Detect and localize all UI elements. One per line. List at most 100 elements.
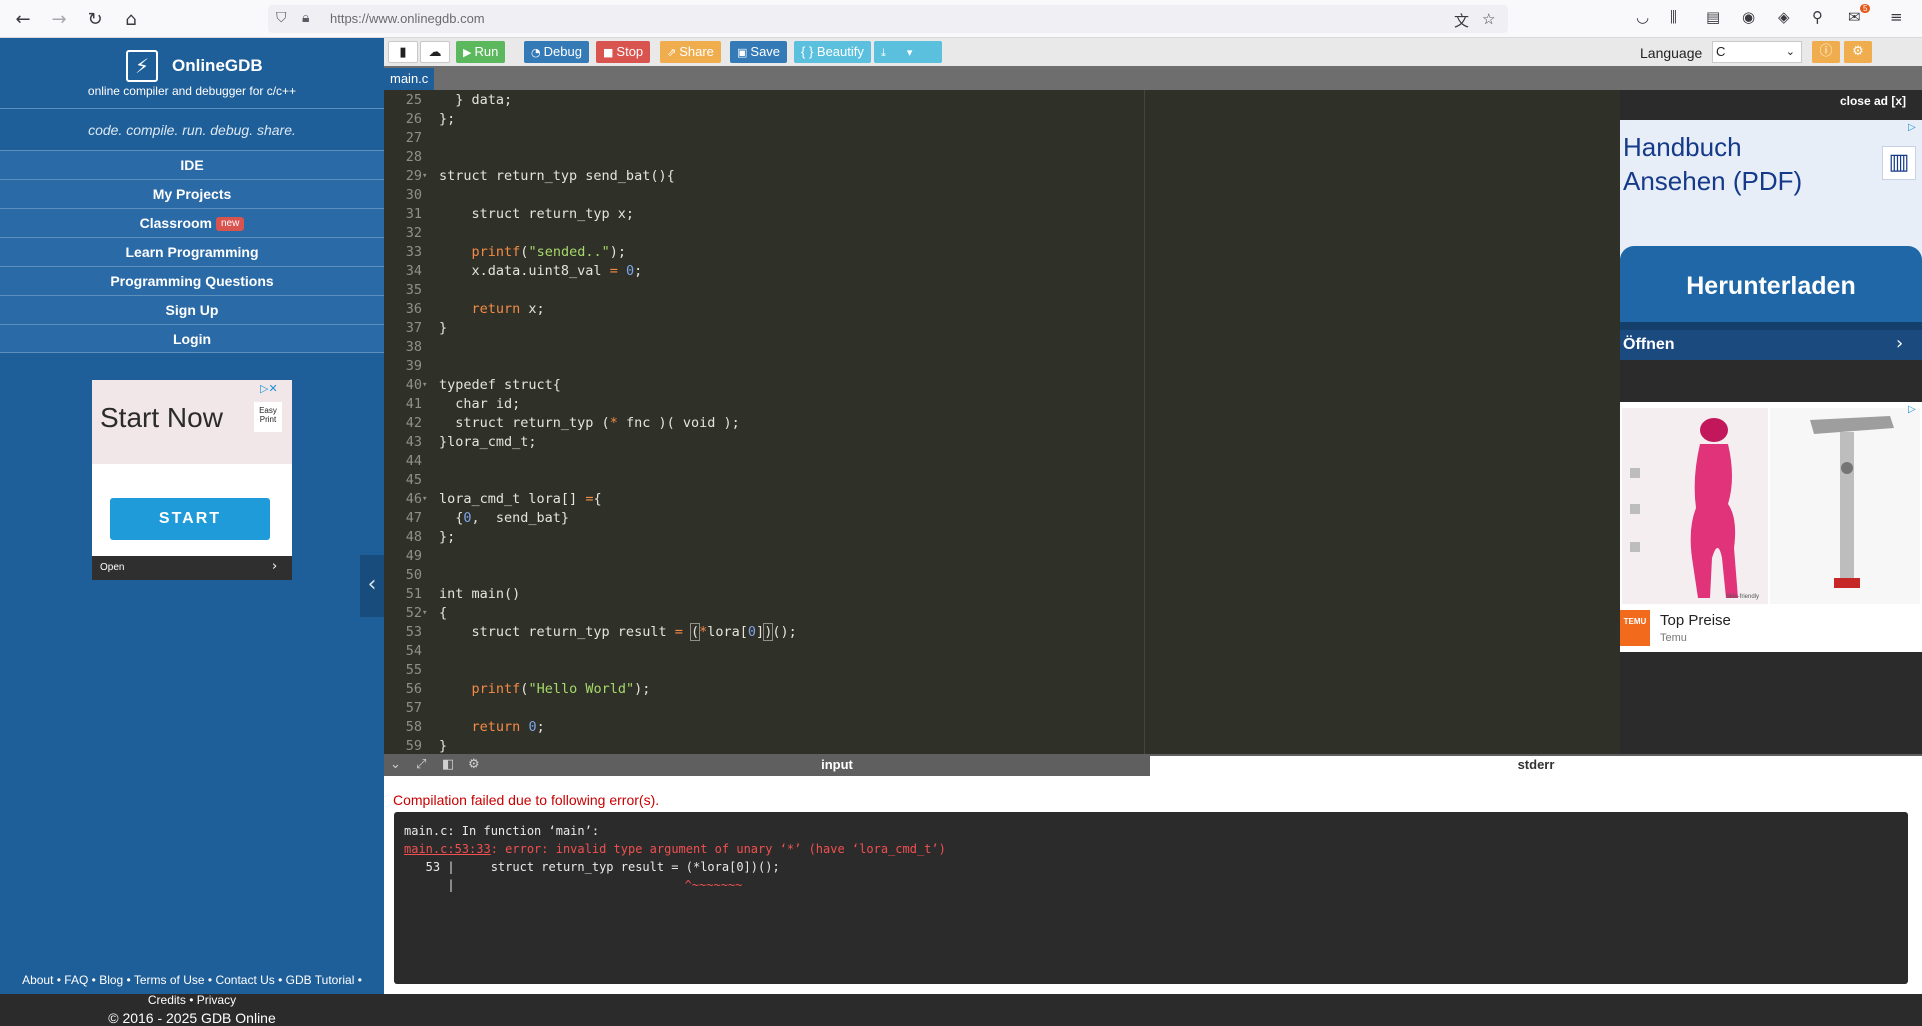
code-line[interactable]: 50 [384, 566, 1620, 585]
footer-link-gdb-tutorial[interactable]: GDB Tutorial [286, 973, 355, 987]
code-line[interactable]: 54 [384, 642, 1620, 661]
code-text[interactable]: { [439, 604, 447, 623]
footer-link-blog[interactable]: Blog [99, 973, 123, 987]
translate-icon[interactable]: 文 [1454, 10, 1469, 31]
run-button[interactable]: ▶ Run [456, 41, 506, 63]
home-icon[interactable]: ⌂ [118, 6, 144, 32]
extension-icon[interactable]: ✉ [1848, 8, 1861, 26]
footer-link-about[interactable]: About [22, 973, 53, 987]
account-icon[interactable]: ◉ [1742, 8, 1755, 26]
share-button[interactable]: ⇗ Share [660, 41, 721, 63]
ad-start-button[interactable]: START [110, 498, 270, 540]
footer-link-terms[interactable]: Terms of Use [134, 973, 205, 987]
code-line[interactable]: 42 struct return_typ (* fnc )( void ); [384, 414, 1620, 433]
tab-stderr[interactable]: stderr [1150, 756, 1922, 776]
stop-button[interactable]: ■ Stop [596, 41, 651, 63]
code-text[interactable]: {0, send_bat} [439, 509, 569, 528]
code-line[interactable]: 52 ▾ { [384, 604, 1620, 623]
sidebar-item-ide[interactable]: IDE [0, 150, 384, 179]
code-line[interactable]: 25 } data; [384, 91, 1620, 110]
code-text[interactable]: return 0; [439, 718, 545, 737]
ad-open-bar[interactable]: Öffnen › [1620, 330, 1922, 360]
ad-footer[interactable]: TEMU Top Preise Temu [1620, 608, 1922, 652]
code-text[interactable]: printf("sended.."); [439, 243, 626, 262]
code-line[interactable]: 32 [384, 224, 1620, 243]
ad-product-image-activewear[interactable]: Skin-friendly [1622, 408, 1768, 604]
code-text[interactable]: struct return_typ send_bat(){ [439, 167, 675, 186]
footer-link-credits[interactable]: Credits [148, 993, 186, 1007]
sidebar-item-learn-programming[interactable]: Learn Programming [0, 237, 384, 266]
address-bar[interactable]: ⛉ 🔒︎ https://www.onlinegdb.com 文 ☆ [268, 5, 1508, 33]
language-select[interactable]: C ⌄ [1712, 41, 1802, 63]
forward-icon[interactable]: → [46, 6, 72, 32]
code-line[interactable]: 48}; [384, 528, 1620, 547]
code-editor[interactable]: 25 } data; 26}; 27 28 29 ▾ struct return_typ s… [384, 90, 1620, 754]
reload-icon[interactable]: ↻ [82, 6, 108, 32]
adchoices-icon[interactable]: ▷✕ [260, 382, 278, 395]
code-line[interactable]: 39 [384, 357, 1620, 376]
code-line[interactable]: 58 return 0; [384, 718, 1620, 737]
footer-link-faq[interactable]: FAQ [64, 973, 88, 987]
ad-handbuch[interactable]: ▷ Handbuch Ansehen (PDF) ▥ Herunterladen … [1620, 120, 1922, 360]
code-line[interactable]: 45 [384, 471, 1620, 490]
fold-toggle-icon[interactable]: ▾ [422, 167, 432, 186]
bookmark-star-icon[interactable]: ☆ [1482, 10, 1495, 28]
upload-button[interactable]: ☁ [420, 41, 450, 63]
fold-toggle-icon[interactable]: ▾ [422, 376, 432, 395]
library-icon[interactable]: ⫼ [1670, 8, 1677, 26]
code-line[interactable]: 28 [384, 148, 1620, 167]
sidebar-item-my-projects[interactable]: My Projects [0, 179, 384, 208]
error-location-link[interactable]: main.c:53:33 [404, 842, 491, 856]
settings-icon[interactable]: ⚙ [1844, 41, 1872, 63]
onlinegdb-logo-icon[interactable]: ⚡ [126, 50, 158, 82]
tab-input[interactable]: input [526, 756, 1148, 776]
sidebar-item-login[interactable]: Login [0, 324, 384, 353]
code-text[interactable]: printf("Hello World"); [439, 680, 651, 699]
code-text[interactable]: struct return_typ (* fnc )( void ); [439, 414, 740, 433]
code-line[interactable]: 36 return x; [384, 300, 1620, 319]
lock-icon[interactable]: 🔒︎ [302, 10, 309, 26]
code-text[interactable]: } [439, 737, 447, 754]
code-line[interactable]: 49 [384, 547, 1620, 566]
sidebar-item-classroom[interactable]: Classroom new [0, 208, 384, 237]
tab-main-c[interactable]: main.c [384, 68, 435, 90]
code-text[interactable]: int main() [439, 585, 520, 604]
code-line[interactable]: 31 struct return_typ x; [384, 205, 1620, 224]
sidebar-icon[interactable]: ▤ [1706, 8, 1720, 26]
adchoices-icon[interactable]: ▷ [1908, 122, 1916, 133]
code-line[interactable]: 26}; [384, 110, 1620, 129]
ad-temu[interactable]: Skin-friendly ▷ TEMU Top Preise Temu [1620, 402, 1922, 652]
back-icon[interactable]: ← [10, 6, 36, 32]
sidebar-item-sign-up[interactable]: Sign Up [0, 295, 384, 324]
code-line[interactable]: 35 [384, 281, 1620, 300]
extensions-icon[interactable]: ⚲ [1812, 8, 1823, 26]
code-text[interactable]: char id; [439, 395, 520, 414]
sidebar-item-programming-questions[interactable]: Programming Questions [0, 266, 384, 295]
beautify-button[interactable]: { } Beautify [794, 41, 871, 63]
collapse-sidebar-button[interactable]: ‹ [360, 555, 384, 617]
url-text[interactable]: https://www.onlinegdb.com [330, 11, 485, 26]
fold-toggle-icon[interactable]: ▾ [422, 604, 432, 623]
adchoices-icon[interactable]: ▷ [1908, 404, 1916, 415]
code-line[interactable]: 33 printf("sended.."); [384, 243, 1620, 262]
code-line[interactable]: 55 [384, 661, 1620, 680]
layout-icon[interactable]: ◧ [442, 757, 454, 772]
expand-icon[interactable]: ⤢ [416, 757, 426, 772]
ad-product-image-tool[interactable] [1770, 408, 1920, 604]
vpn-icon[interactable]: ◈ [1778, 8, 1790, 26]
code-line[interactable]: 41 char id; [384, 395, 1620, 414]
shield-icon[interactable]: ⛉ [276, 10, 287, 26]
code-line[interactable]: 27 [384, 129, 1620, 148]
code-text[interactable]: lora_cmd_t lora[] ={ [439, 490, 602, 509]
code-line[interactable]: 43}lora_cmd_t; [384, 433, 1620, 452]
footer-link-privacy[interactable]: Privacy [197, 993, 236, 1007]
sidebar-ad[interactable]: ▷✕ Start Now Easy Print START Open › [92, 380, 292, 580]
code-line[interactable]: 30 [384, 186, 1620, 205]
code-line[interactable]: 37} [384, 319, 1620, 338]
code-line[interactable]: 38 [384, 338, 1620, 357]
settings-icon[interactable]: ⚙ [468, 757, 480, 772]
footer-link-contact[interactable]: Contact Us [215, 973, 274, 987]
pocket-icon[interactable]: ◡ [1636, 8, 1649, 26]
info-icon[interactable]: ⓘ [1812, 41, 1840, 63]
code-text[interactable]: } [439, 319, 447, 338]
